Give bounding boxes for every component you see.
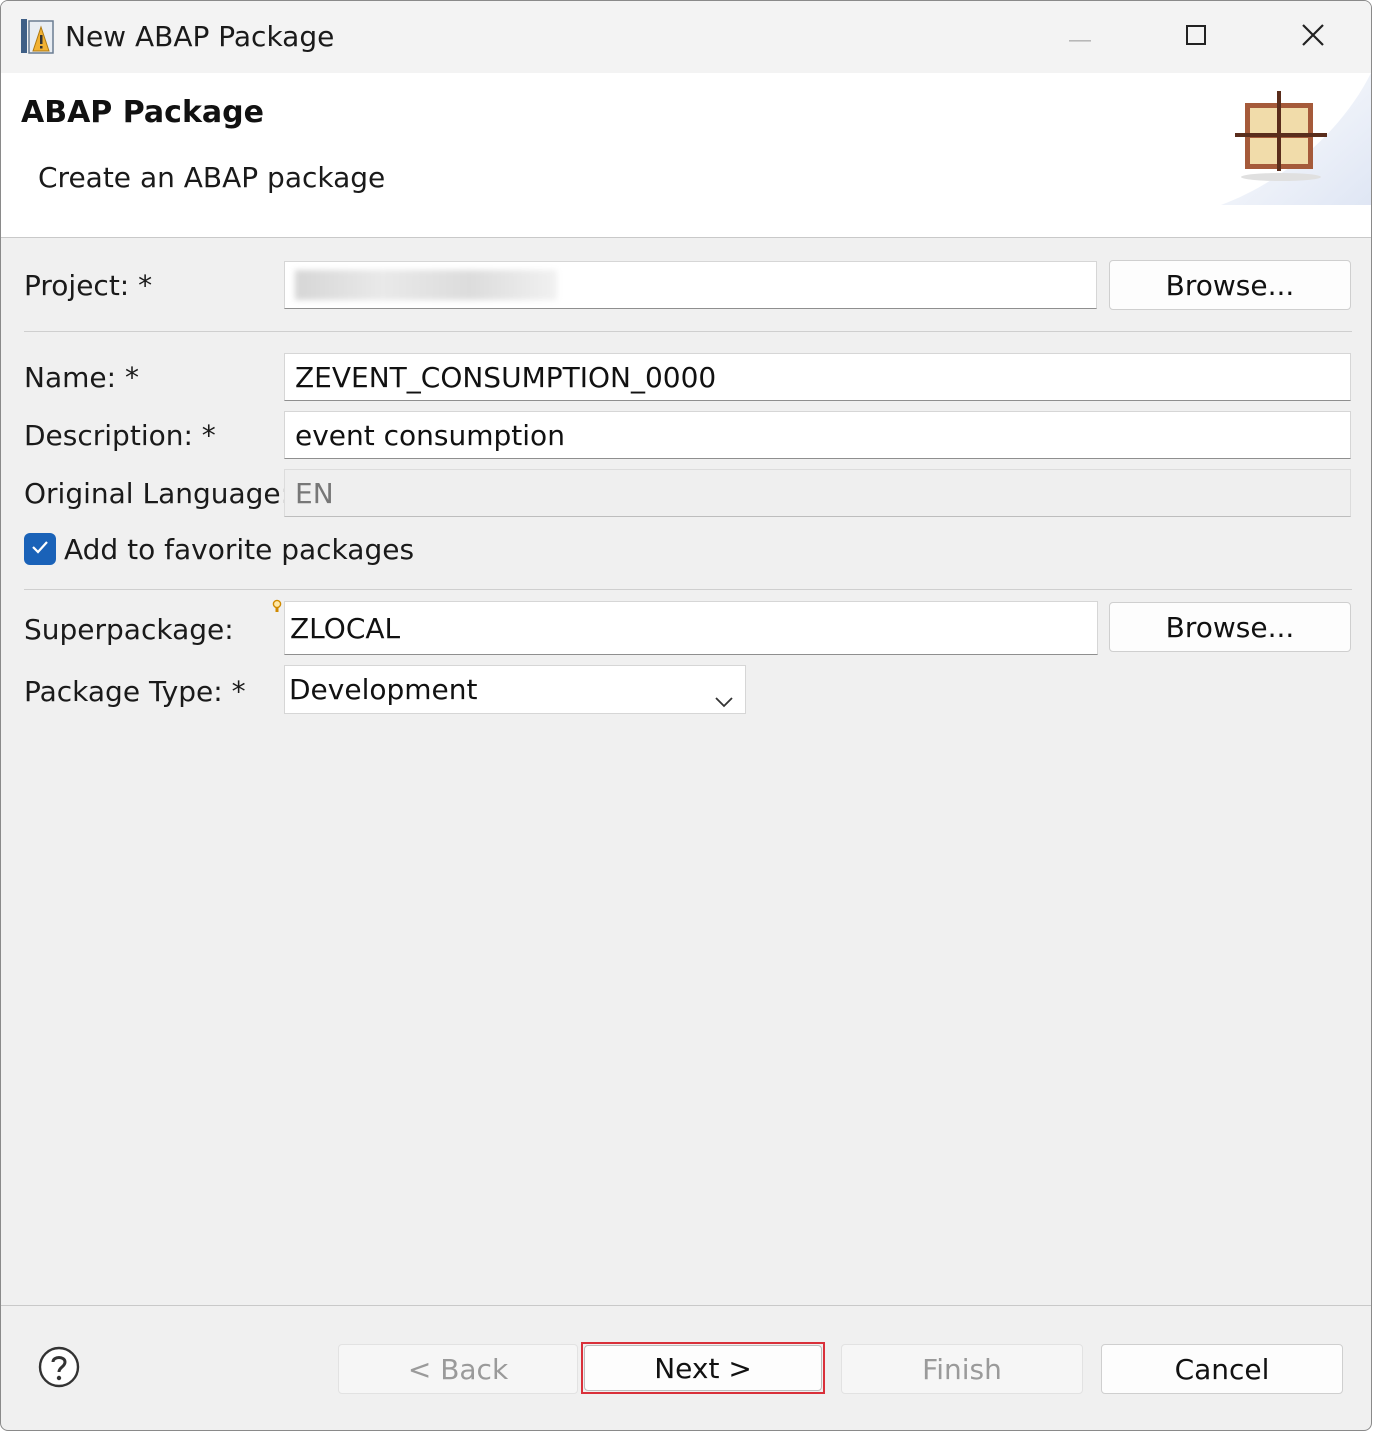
window-title: New ABAP Package: [65, 20, 335, 53]
footer-separator: [1, 1305, 1371, 1306]
favorite-label[interactable]: Add to favorite packages: [64, 533, 414, 566]
chevron-down-icon: [715, 682, 733, 713]
superpackage-browse-button[interactable]: Browse...: [1109, 602, 1351, 652]
checkmark-icon: [30, 539, 50, 559]
project-browse-button[interactable]: Browse...: [1109, 260, 1351, 310]
project-value-blurred: [295, 270, 557, 300]
project-label: Project: *: [24, 269, 153, 302]
original-language-input: EN: [284, 469, 1351, 517]
eclipse-app-icon: [19, 17, 57, 55]
superpackage-label: Superpackage:: [24, 613, 234, 646]
wizard-header: ABAP Package Create an ABAP package: [1, 73, 1371, 238]
package-type-label: Package Type: *: [24, 675, 246, 708]
page-description: Create an ABAP package: [38, 161, 386, 194]
back-button[interactable]: < Back: [338, 1344, 578, 1394]
maximize-button[interactable]: [1166, 15, 1226, 59]
original-language-label: Original Language:: [24, 477, 291, 510]
close-window-button[interactable]: [1283, 15, 1343, 59]
separator: [24, 331, 1352, 332]
separator: [24, 589, 1352, 590]
close-icon: [1301, 23, 1325, 51]
description-label: Description: *: [24, 419, 216, 452]
name-label: Name: *: [24, 361, 139, 394]
package-type-select[interactable]: Development: [284, 665, 746, 714]
page-title: ABAP Package: [21, 95, 264, 130]
next-button-highlight: [581, 1342, 825, 1394]
project-field[interactable]: [284, 261, 1097, 309]
dialog-window: New ABAP Package ABAP Package Create an …: [0, 0, 1372, 1431]
abap-package-wizard-icon: [1191, 73, 1371, 205]
minimize-button[interactable]: [1051, 15, 1111, 59]
content-assist-bulb-icon: [271, 599, 283, 619]
minimize-icon: [1069, 28, 1093, 47]
name-input[interactable]: ZEVENT_CONSUMPTION_0000: [284, 353, 1351, 401]
title-bar[interactable]: New ABAP Package: [1, 1, 1371, 73]
help-icon[interactable]: [38, 1346, 80, 1388]
finish-button[interactable]: Finish: [841, 1344, 1083, 1394]
maximize-icon: [1185, 24, 1207, 50]
favorite-checkbox[interactable]: [24, 533, 56, 565]
description-input[interactable]: event consumption: [284, 411, 1351, 459]
cancel-button[interactable]: Cancel: [1101, 1344, 1343, 1394]
package-type-value: Development: [289, 673, 478, 706]
superpackage-input[interactable]: ZLOCAL: [284, 601, 1098, 655]
